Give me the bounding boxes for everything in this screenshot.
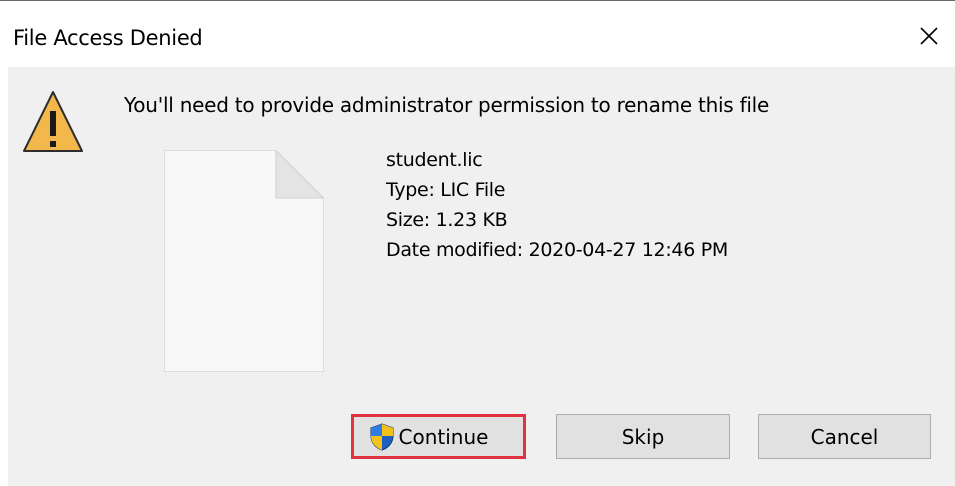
file-icon [164,150,324,372]
file-type: Type: LIC File [386,179,506,201]
uac-shield-icon [370,422,394,451]
continue-button-label: Continue [398,424,489,449]
warning-icon [23,91,83,152]
continue-button[interactable]: Continue [351,414,526,459]
skip-button[interactable]: Skip [556,414,730,459]
continue-button-content: Continue [369,422,489,451]
file-name: student.lic [386,149,483,171]
close-button[interactable] [900,11,955,61]
close-icon [920,27,938,45]
dialog-title: File Access Denied [13,26,203,50]
cancel-button[interactable]: Cancel [758,414,931,459]
file-details: student.lic Type: LIC File Size: 1.23 KB… [386,145,728,265]
title-bar: File Access Denied [0,1,955,67]
file-date-modified: Date modified: 2020-04-27 12:46 PM [386,239,728,261]
file-size: Size: 1.23 KB [386,209,508,231]
message-text: You'll need to provide administrator per… [124,93,770,117]
